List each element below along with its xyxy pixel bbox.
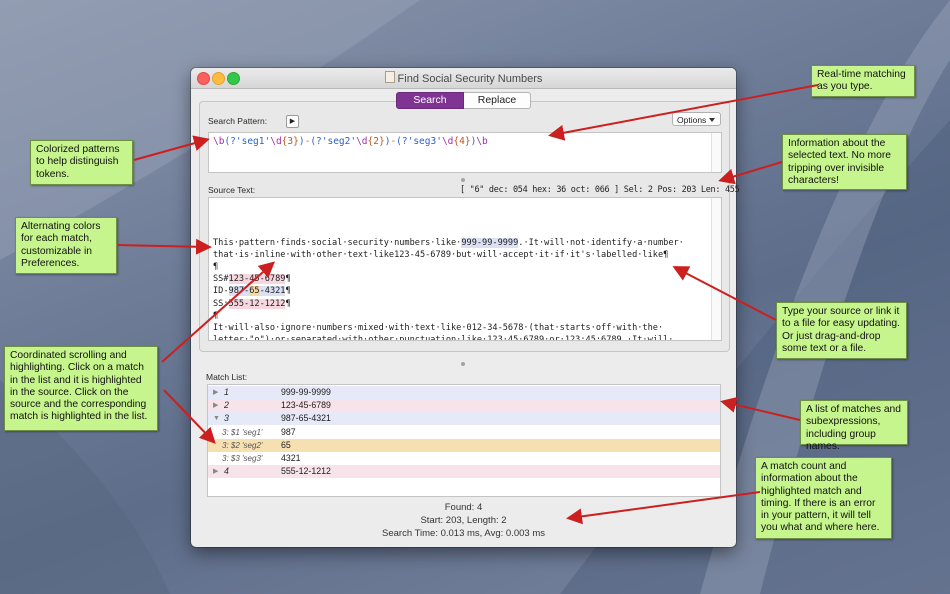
match-row[interactable]: ▶ 2 123-45-6789 [208, 399, 720, 413]
source-line: letter·"o")·or·separated·with·other·punc… [213, 334, 717, 341]
window-title: Find Social Security Numbers [191, 71, 736, 85]
match-position: Start: 203, Length: 2 [420, 515, 507, 526]
selection-info: [ "6" dec: 054 hex: 36 oct: 066 ] Sel: 2… [460, 185, 740, 195]
source-line: that·is·inline·with·other·text·like123-4… [213, 249, 717, 261]
search-pattern-input[interactable]: \b(?'seg1'\d{3})-(?'seg2'\d{2})-(?'seg3'… [208, 132, 722, 173]
match-value: 123-45-6789 [281, 400, 331, 411]
match-row[interactable]: ▶ 4 555-12-1212 [208, 465, 720, 479]
source-line: SS#123-45-6789¶ [213, 273, 717, 285]
pattern-token: \b [476, 136, 488, 147]
search-time: Search Time: 0.013 ms, Avg: 0.003 ms [382, 528, 545, 539]
source-text: ¶ [285, 274, 291, 285]
title-bar: Find Social Security Numbers [191, 68, 736, 89]
subexpression-row[interactable]: 3: $1 'seg1' 987 [208, 426, 720, 439]
source-line: SS:555-12-1212¶ [213, 298, 717, 310]
match-list[interactable]: ▶ 1 999-99-9999 ▶ 2 123-45-6789 ▼ 3 987-65-4321 3… [207, 384, 721, 497]
source-line: This·pattern·finds·social·security·numbe… [213, 237, 717, 249]
options-label: Options [677, 115, 707, 125]
match-highlight: 555-12-1212 [228, 298, 286, 309]
source-text: ¶ [285, 298, 291, 309]
chevron-down-icon [709, 118, 715, 122]
play-icon[interactable]: ▶ [286, 115, 299, 128]
match-value: 65 [281, 439, 291, 450]
pattern-token: \b [213, 136, 225, 147]
source-line: ID-987-65-4321¶ [213, 285, 717, 297]
match-value: 555-12-1212 [281, 466, 331, 477]
match-index: 3: $2 'seg2' [222, 440, 263, 450]
pattern-token: {2} [367, 136, 385, 147]
match-row[interactable]: ▼ 3 987-65-4321 [208, 412, 720, 426]
match-highlight: 123-45-6789 [228, 274, 286, 285]
pattern-scrollbar[interactable] [711, 133, 721, 172]
match-highlight: 65 [249, 286, 260, 297]
document-icon [384, 71, 395, 83]
match-value: 999-99-9999 [281, 387, 331, 397]
source-text: This·pattern·finds·social·security·numbe… [213, 237, 462, 248]
match-index: 2 [224, 400, 229, 411]
subexpression-row[interactable]: 3: $3 'seg3' 4321 [208, 452, 720, 465]
match-index: 4 [224, 466, 229, 477]
subexpression-row[interactable]: 3: $2 'seg2' 65 [208, 438, 720, 452]
found-count: Found: 4 [444, 502, 483, 513]
tab-replace[interactable]: Replace [464, 92, 531, 109]
source-text: .·It·will·not·identify·a·number· [518, 237, 684, 248]
pattern-token: \d [356, 136, 368, 147]
note-colorized: Colorized patterns to help distinguish t… [30, 140, 133, 185]
source-text: It·will·also·ignore·numbers·mixed·with·t… [213, 323, 664, 334]
split-handle-2[interactable] [461, 362, 465, 366]
search-pattern-label: Search Pattern: [208, 116, 268, 126]
source-text: ¶ [213, 310, 219, 321]
note-realtime: Real-time matching as you type. [811, 65, 915, 97]
app-window: Find Social Security Numbers Search Repl… [191, 68, 740, 547]
source-text: ID- [213, 286, 229, 297]
source-line: ¶ [213, 310, 717, 322]
match-row[interactable]: ▶ 1 999-99-9999 [208, 386, 720, 399]
match-index: 3: $1 'seg1' [222, 427, 263, 437]
pattern-token: (?'seg2' [310, 136, 357, 147]
match-list-label: Match List: [206, 372, 248, 382]
match-value: 987 [281, 426, 296, 437]
tab-search[interactable]: Search [396, 92, 464, 109]
match-highlight: 987- [228, 286, 250, 297]
note-match-list: A list of matches and subexpressions, in… [800, 400, 908, 452]
match-highlight: -4321 [259, 286, 286, 297]
pattern-token: {3} [281, 136, 299, 147]
pattern-token: (?'seg1' [224, 136, 271, 147]
source-text-area[interactable]: This·pattern·finds·social·security·numbe… [208, 197, 722, 341]
source-line: ¶ [213, 261, 717, 273]
source-line: It·will·also·ignore·numbers·mixed·with·t… [213, 322, 717, 334]
source-text: SS: [213, 298, 229, 309]
pattern-token: \d [441, 136, 454, 147]
mode-tabs: Search Replace [396, 92, 531, 109]
disclosure-closed-icon[interactable]: ▶ [213, 386, 218, 399]
note-type-source: Type your source or link it to a file fo… [776, 302, 907, 359]
disclosure-closed-icon[interactable]: ▶ [213, 399, 218, 412]
source-text: ¶ [213, 262, 219, 273]
note-alternating: Alternating colors for each match, custo… [15, 217, 117, 274]
source-text: that·is·inline·with·other·text·like123-4… [213, 249, 669, 260]
source-text: SS# [213, 274, 229, 285]
disclosure-open-icon[interactable]: ▼ [213, 412, 220, 425]
note-match-count: A match count and information about the … [755, 457, 892, 539]
source-text-label: Source Text: [208, 185, 256, 195]
match-index: 3: $3 'seg3' [222, 454, 263, 463]
split-handle[interactable] [461, 178, 465, 182]
match-index: 3 [224, 413, 229, 424]
options-dropdown[interactable]: Options [672, 112, 721, 126]
source-text: letter·"o")·or·separated·with·other·punc… [213, 335, 674, 341]
pattern-token: (?'seg3' [396, 136, 442, 147]
source-text: ¶ [285, 286, 291, 297]
disclosure-closed-icon[interactable]: ▶ [213, 465, 218, 478]
note-selected-info: Information about the selected text. No … [782, 134, 907, 190]
source-scrollbar[interactable] [711, 198, 721, 340]
match-highlight: 999-99-9999 [461, 237, 519, 248]
match-value: 4321 [281, 453, 301, 463]
pattern-token: {4} [453, 136, 471, 147]
note-coordinated: Coordinated scrolling and highlighting. … [4, 346, 158, 431]
match-index: 1 [224, 387, 229, 397]
match-value: 987-65-4321 [281, 413, 331, 424]
pattern-token: \d [270, 136, 282, 147]
